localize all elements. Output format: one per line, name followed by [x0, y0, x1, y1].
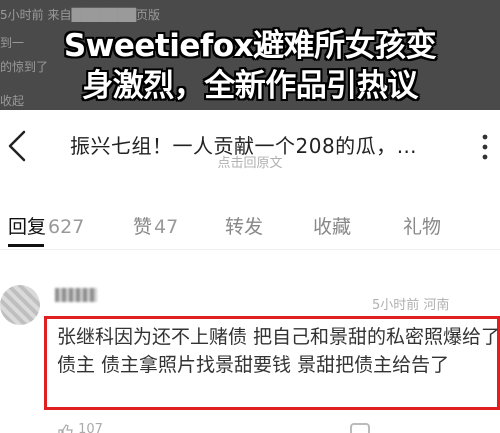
tab-label: 赞: [133, 216, 153, 238]
highlighted-comment-box: 张继科因为还不上赌债 把自己和景甜的私密照爆给了债主 债主拿照片找景甜要钱 景甜…: [44, 316, 500, 410]
tab-count: 627: [48, 216, 85, 238]
tab-label: 转发: [225, 216, 264, 238]
headline-line-1: Sweetiefox避难所女孩变: [63, 28, 437, 64]
title-banner: 5小时前 来自███████页版 到一 的惊到了 收起 Sweetiefox避难…: [0, 0, 500, 110]
avatar[interactable]: [0, 285, 40, 325]
reply-icon[interactable]: [350, 423, 370, 433]
comment-text: 张继科因为还不上赌债 把自己和景甜的私密照爆给了债主 债主拿照片找景甜要钱 景甜…: [57, 326, 500, 376]
tab-label: 礼物: [403, 216, 442, 238]
tab-label: 回复: [8, 216, 47, 238]
tab-reposts[interactable]: 转发: [225, 212, 263, 239]
tab-likes[interactable]: 赞 47: [133, 212, 178, 239]
back-to-original-link[interactable]: 点击回原文: [0, 152, 500, 171]
tab-favorites[interactable]: 收藏: [313, 212, 351, 239]
username-blurred[interactable]: [55, 288, 97, 302]
more-icon[interactable]: [482, 134, 488, 160]
comment-item: 5小时前 河南 张继科因为还不上赌债 把自己和景甜的私密照爆给了债主 债主拿照片…: [0, 280, 500, 433]
post-header: 振兴七组！一人贡献一个208的瓜，… 点击回原文: [0, 110, 500, 190]
headline-line-2: 身激烈，全新作品引热议: [82, 68, 418, 104]
like-icon: [58, 423, 73, 433]
tab-replies[interactable]: 回复 627: [8, 212, 84, 239]
tab-gifts[interactable]: 礼物: [403, 212, 441, 239]
like-button[interactable]: 107: [58, 422, 103, 433]
tab-bar: 回复 627 赞 47 转发 收藏 礼物: [0, 200, 500, 250]
comment-meta: 5小时前 河南: [372, 298, 450, 313]
tab-count: 47: [154, 216, 179, 238]
banner-bg-text: 5小时前 来自███████页版: [0, 8, 161, 22]
active-tab-indicator: [8, 244, 44, 247]
tab-label: 收藏: [313, 216, 352, 238]
like-count: 107: [78, 422, 103, 433]
